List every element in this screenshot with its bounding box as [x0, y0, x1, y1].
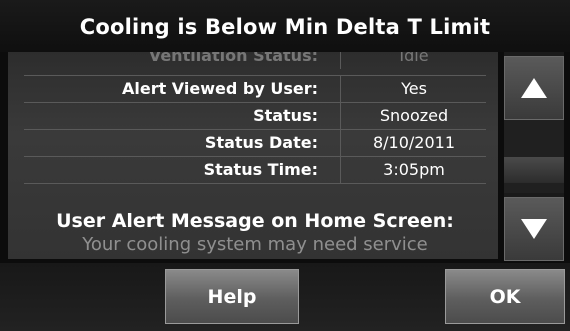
- scroll-track[interactable]: [504, 120, 564, 193]
- scroll-thumb[interactable]: [504, 157, 564, 183]
- scroll-up-button[interactable]: [504, 56, 564, 120]
- detail-row-alert-viewed: Alert Viewed by User: Yes: [24, 75, 486, 102]
- detail-row-ventilation-status: Ventilation Status: Idle: [24, 52, 486, 69]
- detail-value: 3:05pm: [383, 160, 445, 179]
- detail-label: Ventilation Status:: [148, 52, 318, 65]
- ok-button[interactable]: OK: [445, 269, 565, 324]
- alert-message-body: Your cooling system may need service: [82, 234, 428, 255]
- detail-label: Status Date:: [204, 133, 318, 152]
- triangle-up-icon: [521, 78, 547, 98]
- detail-row-status: Status: Snoozed: [24, 102, 486, 129]
- page-title: Cooling is Below Min Delta T Limit: [0, 0, 570, 52]
- help-button[interactable]: Help: [165, 269, 299, 324]
- detail-value: Idle: [399, 52, 429, 65]
- scrollbar[interactable]: [504, 52, 564, 261]
- detail-value: 8/10/2011: [372, 133, 456, 152]
- column-divider: [340, 52, 341, 69]
- scroll-down-button[interactable]: [504, 197, 564, 261]
- detail-row-status-time: Status Time: 3:05pm: [24, 156, 486, 184]
- detail-label: Alert Viewed by User:: [121, 79, 318, 98]
- column-divider: [340, 130, 341, 156]
- triangle-down-icon: [521, 219, 547, 239]
- detail-value: Yes: [401, 79, 427, 98]
- detail-value: Snoozed: [379, 106, 449, 125]
- detail-row-status-date: Status Date: 8/10/2011: [24, 129, 486, 156]
- column-divider: [340, 76, 341, 102]
- alert-message-heading: User Alert Message on Home Screen:: [56, 210, 454, 232]
- column-divider: [340, 103, 341, 129]
- alert-details-panel[interactable]: Ventilation Status: Idle Alert Viewed by…: [8, 52, 498, 259]
- detail-label: Status:: [253, 106, 318, 125]
- detail-label: Status Time:: [203, 160, 318, 179]
- column-divider: [340, 157, 341, 183]
